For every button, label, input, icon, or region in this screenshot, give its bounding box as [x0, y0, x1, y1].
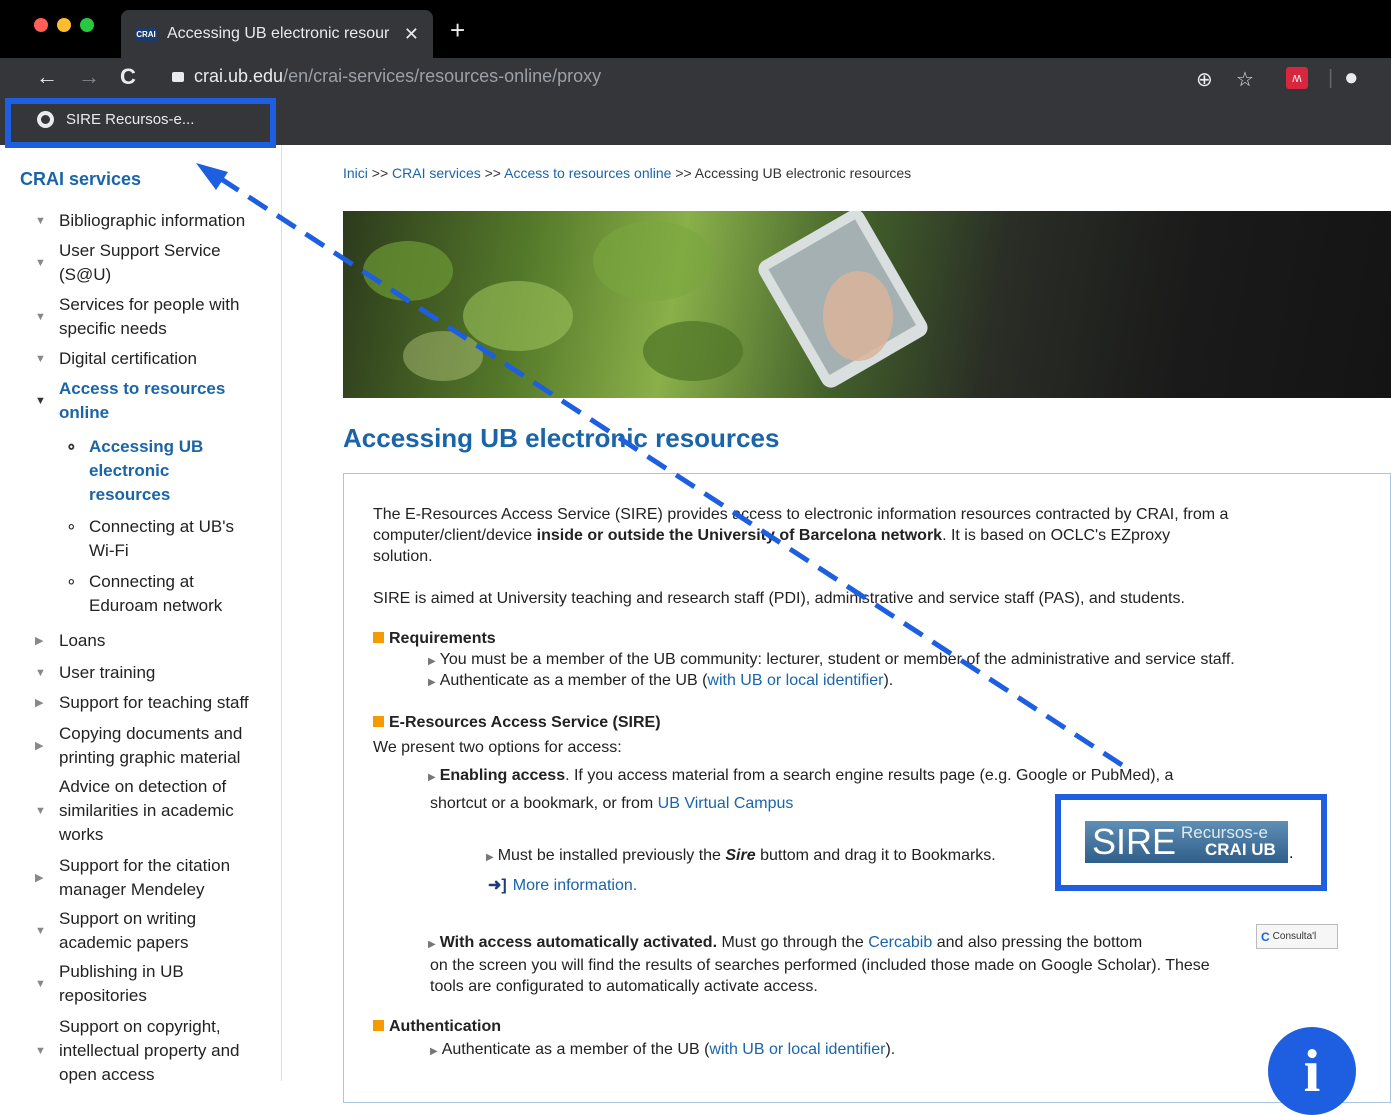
dashed-arrow-line: [213, 172, 1124, 768]
drag-arrow-overlay: [196, 163, 1124, 768]
arrow-head-icon: [196, 163, 228, 190]
